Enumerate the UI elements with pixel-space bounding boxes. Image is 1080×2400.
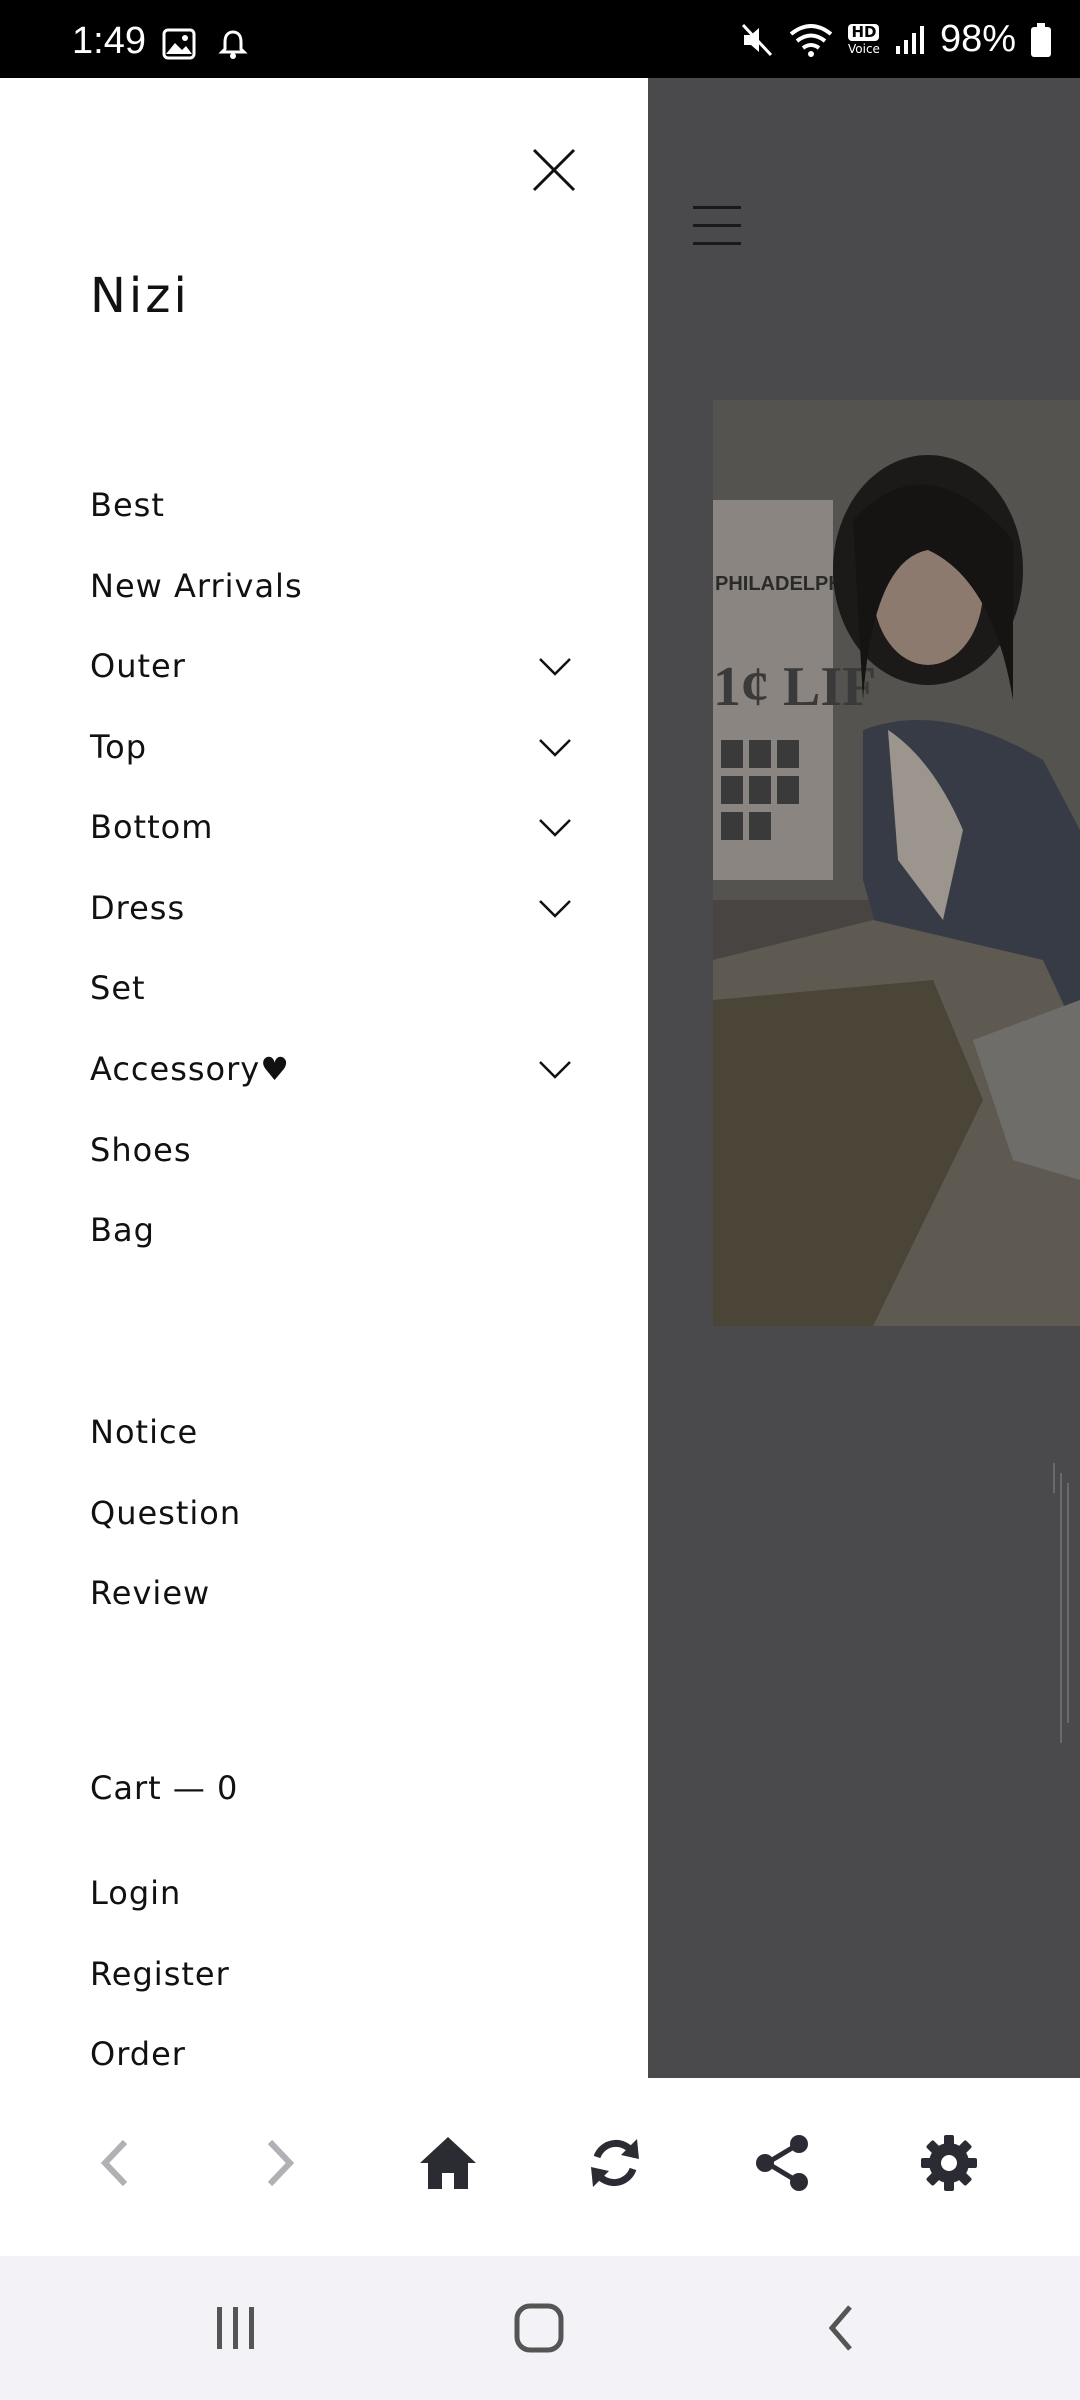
menu-item-label: Notice <box>90 1413 199 1451</box>
menu-item-shoes[interactable]: Shoes <box>90 1131 590 1169</box>
voice-label: Voice <box>848 42 880 56</box>
navigation-drawer: Nizi Best New Arrivals Outer Top Bottom … <box>0 78 648 2078</box>
forward-icon <box>267 2139 295 2187</box>
menu-item-label: Shoes <box>90 1131 192 1169</box>
menu-item-label: Login <box>90 1874 182 1912</box>
menu-item-accessory[interactable]: Accessory♥ <box>90 1050 590 1088</box>
back-icon <box>100 2139 128 2187</box>
status-system-icons: HD Voice 98% <box>740 18 1052 61</box>
chevron-down-icon[interactable] <box>538 738 572 758</box>
poster-text-2: 1¢ LIF <box>713 656 876 718</box>
back-nav-icon <box>828 2305 852 2351</box>
home-icon <box>420 2137 476 2189</box>
share-icon <box>756 2135 808 2191</box>
menu-item-bottom[interactable]: Bottom <box>90 808 590 846</box>
hd-voice-badge: HD Voice <box>848 24 880 55</box>
battery-level: 98% <box>939 18 1016 60</box>
notification-bell-icon <box>218 30 248 59</box>
menu-item-label: Order <box>90 2035 186 2073</box>
menu-item-label: Top <box>90 728 147 766</box>
menu-item-label: Outer <box>90 647 186 685</box>
back-nav-button[interactable] <box>806 2298 876 2358</box>
chevron-down-icon[interactable] <box>538 899 572 919</box>
menu-item-review[interactable]: Review <box>90 1574 590 1612</box>
recent-apps-icon <box>217 2307 254 2349</box>
menu-item-label: Accessory♥ <box>90 1050 290 1088</box>
menu-item-outer[interactable]: Outer <box>90 647 590 685</box>
menu-item-question[interactable]: Question <box>90 1494 590 1532</box>
chevron-down-icon[interactable] <box>538 818 572 838</box>
menu-item-bag[interactable]: Bag <box>90 1211 590 1249</box>
signal-icon <box>895 25 924 54</box>
menu-item-label: Question <box>90 1494 242 1532</box>
menu-hamburger-icon <box>693 206 741 246</box>
menu-item-label: Bag <box>90 1211 155 1249</box>
status-bar: 1:49 HD Voice 98% <box>0 0 1080 78</box>
settings-button[interactable] <box>914 2128 984 2198</box>
menu-item-label: Register <box>90 1955 230 1993</box>
menu-item-label: Dress <box>90 889 186 927</box>
wifi-icon <box>789 23 833 57</box>
forward-button[interactable] <box>245 2128 315 2198</box>
gallery-icon <box>162 28 196 60</box>
menu-item-top[interactable]: Top <box>90 728 590 766</box>
menu-item-order[interactable]: Order <box>90 2035 590 2073</box>
home-nav-button[interactable] <box>504 2298 574 2358</box>
menu-item-label: Review <box>90 1574 211 1612</box>
menu-item-login[interactable]: Login <box>90 1874 590 1912</box>
cart-label: Cart — 0 <box>90 1769 239 1807</box>
system-nav-bar <box>0 2256 1080 2400</box>
refresh-button[interactable] <box>580 2128 650 2198</box>
menu-item-label: Bottom <box>90 808 214 846</box>
browser-toolbar <box>0 2078 1080 2256</box>
product-photo: PHILADELPHIA MUSEUM 1¢ LIF <box>713 400 1080 1326</box>
home-nav-icon <box>514 2303 564 2353</box>
share-button[interactable] <box>747 2128 817 2198</box>
settings-icon <box>921 2135 977 2191</box>
chevron-down-icon[interactable] <box>538 1060 572 1080</box>
menu-item-best[interactable]: Best <box>90 486 590 524</box>
refresh-icon <box>591 2139 639 2187</box>
close-icon[interactable] <box>530 146 578 194</box>
brand-logo[interactable]: Nizi <box>90 268 190 324</box>
status-time: 1:49 <box>72 20 146 62</box>
menu-item-set[interactable]: Set <box>90 969 590 1007</box>
back-button[interactable] <box>80 2128 150 2198</box>
recent-apps-button[interactable] <box>201 2298 271 2358</box>
mute-icon <box>741 23 773 56</box>
vertical-caption-text <box>1053 1463 1069 1743</box>
menu-item-cart[interactable]: Cart — 0 <box>90 1769 590 1807</box>
battery-icon <box>1031 22 1051 57</box>
menu-item-label: Best <box>90 486 165 524</box>
menu-item-new-arrivals[interactable]: New Arrivals <box>90 567 590 605</box>
home-button[interactable] <box>413 2128 483 2198</box>
chevron-down-icon[interactable] <box>538 657 572 677</box>
hd-label: HD <box>848 24 880 41</box>
menu-item-dress[interactable]: Dress <box>90 889 590 927</box>
menu-item-label: Set <box>90 969 146 1007</box>
menu-item-label: New Arrivals <box>90 567 303 605</box>
menu-item-notice[interactable]: Notice <box>90 1413 590 1451</box>
status-notification-icons <box>162 28 248 60</box>
photo-illustration: PHILADELPHIA MUSEUM 1¢ LIF <box>713 400 1080 1326</box>
menu-item-register[interactable]: Register <box>90 1955 590 1993</box>
